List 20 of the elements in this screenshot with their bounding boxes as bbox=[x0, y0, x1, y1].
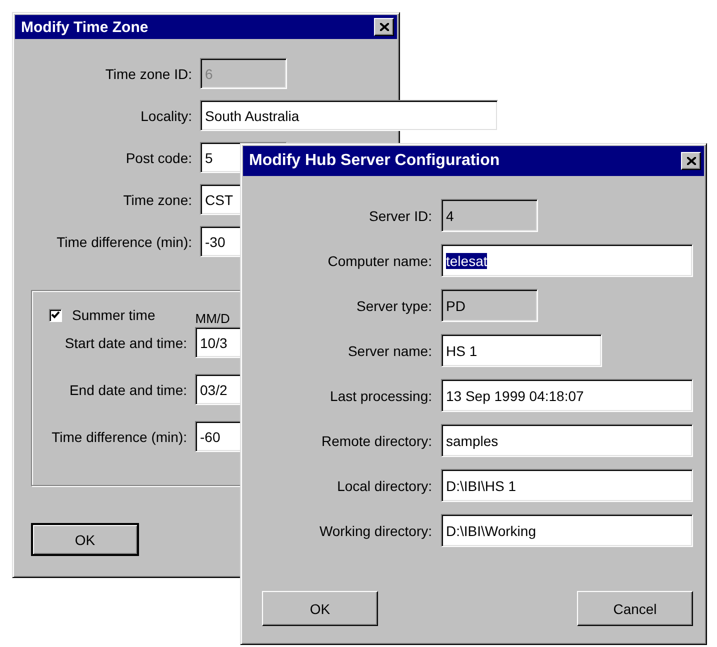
field-label: Remote directory: bbox=[320, 432, 432, 448]
field-label: Server type: bbox=[356, 298, 432, 314]
field-label: Computer name: bbox=[326, 252, 432, 268]
field-label: Time difference (min): bbox=[50, 428, 187, 444]
field-label: End date and time: bbox=[68, 382, 187, 398]
field-label: Locality: bbox=[140, 108, 192, 124]
field-label: Working directory: bbox=[318, 522, 432, 538]
checkbox-label: Summer time bbox=[72, 307, 156, 323]
field-label: Start date and time: bbox=[64, 334, 187, 350]
field-label: Time difference (min): bbox=[56, 234, 192, 250]
field-label: Time zone ID: bbox=[104, 66, 192, 82]
field-label: Last processing: bbox=[329, 388, 432, 404]
field-label: Server ID: bbox=[368, 208, 432, 224]
field-label: Time zone: bbox=[122, 192, 192, 208]
column-header: MM/D bbox=[195, 310, 230, 326]
field-label: Server name: bbox=[346, 342, 432, 358]
window-title: Modify Hub Server Configuration bbox=[249, 152, 500, 170]
window-title: Modify Time Zone bbox=[21, 18, 148, 36]
field-label: Local directory: bbox=[336, 478, 432, 494]
field-label: Post code: bbox=[124, 150, 192, 166]
